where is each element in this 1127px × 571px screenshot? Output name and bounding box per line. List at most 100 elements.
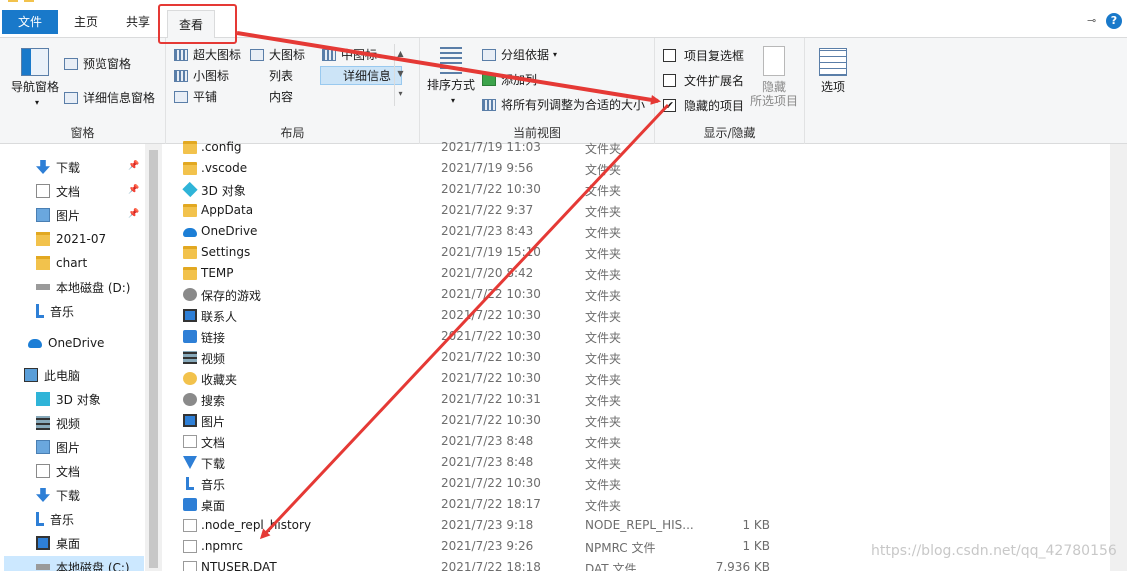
nav-item[interactable]: 本地磁盘 (C:) [4, 556, 144, 571]
extra-large-icons-icon [174, 49, 188, 61]
file-row[interactable]: 音乐 2021/7/22 10:30 文件夹 [162, 473, 1110, 494]
layout-list[interactable]: 列表 [250, 66, 426, 226]
file-row[interactable]: AppData 2021/7/22 9:37 文件夹 [162, 200, 1110, 221]
nav-item[interactable]: 此电脑 [24, 364, 80, 386]
file-date: 2021/7/19 9:56 [441, 161, 534, 175]
help-icon[interactable]: ? [1106, 13, 1122, 29]
nav-item[interactable]: 本地磁盘 (D:) [36, 276, 130, 298]
file-type: 文件夹 [585, 184, 622, 198]
nav-item[interactable]: 音乐 [36, 300, 74, 322]
layout-gallery-scroll[interactable]: ▲ ▼ ▾ [394, 44, 406, 106]
note-icon [186, 477, 194, 490]
file-row[interactable]: 保存的游戏 2021/7/22 10:30 文件夹 [162, 284, 1110, 305]
item-checkboxes-label: 项目复选框 [684, 48, 745, 63]
file-row[interactable]: 桌面 2021/7/22 18:17 文件夹 [162, 494, 1110, 515]
nav-item[interactable]: 下载 [36, 156, 80, 178]
sort-by-button[interactable]: 排序方式▾ [424, 46, 478, 108]
file-row[interactable]: .config 2021/7/19 11:03 文件夹 [162, 137, 1110, 158]
layout-content[interactable]: 内容 [250, 87, 426, 247]
nav-item[interactable]: 图片 [36, 436, 80, 458]
nav-item[interactable]: 图片 [36, 204, 80, 226]
details-pane-icon [64, 92, 78, 104]
file-row[interactable]: 图片 2021/7/22 10:30 文件夹 [162, 410, 1110, 431]
tab-file[interactable]: 文件 [2, 10, 58, 34]
file-type: 文件夹 [585, 352, 622, 366]
ribbon-group-current-view: 排序方式▾ 分组依据 ▾ 添加列 将所有列调整为合适的大小 当前视图 [420, 38, 655, 144]
nav-item[interactable]: 音乐 [36, 508, 74, 530]
file-row[interactable]: 收藏夹 2021/7/22 10:30 文件夹 [162, 368, 1110, 389]
layout-details[interactable]: 详细信息 [324, 66, 500, 226]
small-icons-icon [174, 70, 188, 82]
hidden-items-label: 隐藏的项目 [684, 98, 745, 113]
file-type: 文件夹 [585, 394, 622, 408]
fit-columns-button[interactable]: 将所有列调整为合适的大小 [482, 95, 645, 115]
nav-scrollbar[interactable] [145, 144, 162, 571]
tab-share[interactable]: 共享 [114, 8, 162, 36]
nav-item-label: 图片 [56, 440, 81, 455]
nav-item[interactable]: 3D 对象 [36, 388, 101, 410]
hide-selected-button[interactable]: 隐藏 所选项目 [747, 46, 801, 108]
file-row[interactable]: .npmrc 2021/7/23 9:26 NPMRC 文件 1 KB [162, 536, 1110, 557]
nav-item[interactable]: 2021-07 [36, 228, 106, 250]
layout-extra-large-icons[interactable]: 超大图标 [174, 45, 241, 65]
folder-icon [183, 162, 197, 175]
item-checkboxes-checkbox[interactable]: 项目复选框 [663, 45, 744, 65]
file-type: 文件夹 [585, 310, 622, 324]
file-date: 2021/7/22 10:30 [441, 182, 541, 196]
file-row[interactable]: 搜索 2021/7/22 10:31 文件夹 [162, 389, 1110, 410]
file-row[interactable]: 文档 2021/7/23 8:48 文件夹 [162, 431, 1110, 452]
nav-item[interactable]: chart [36, 252, 87, 274]
pin-icon[interactable]: 📌 [128, 161, 139, 171]
file-name: 链接 [201, 331, 226, 345]
nav-item[interactable]: OneDrive [28, 332, 104, 354]
ribbon-tab-bar: 文件 主页 共享 查看 ⊸ ? [0, 0, 1127, 40]
pin-icon[interactable]: 📌 [128, 209, 139, 219]
file-row[interactable]: .vscode 2021/7/19 9:56 文件夹 [162, 158, 1110, 179]
file-row[interactable]: NTUSER.DAT 2021/7/22 18:18 DAT 文件 7,936 KB [162, 557, 1110, 571]
group-by-button[interactable]: 分组依据 ▾ [482, 45, 557, 65]
layout-item-label: 超大图标 [193, 48, 242, 62]
nav-item[interactable]: 桌面 [36, 532, 80, 554]
file-name: Settings [201, 245, 251, 259]
tab-home[interactable]: 主页 [60, 8, 112, 36]
file-row[interactable]: 下载 2021/7/23 8:48 文件夹 [162, 452, 1110, 473]
layout-large-icons[interactable]: 大图标 [250, 45, 305, 65]
file-type: 文件夹 [585, 247, 622, 261]
pin-icon[interactable]: 📌 [128, 185, 139, 195]
file-name: 图片 [201, 415, 226, 429]
nav-item-label: 音乐 [50, 512, 75, 527]
details-pane-button[interactable]: 详细信息窗格 [64, 88, 155, 108]
nav-pane-button[interactable]: 导航窗格▾ [8, 48, 62, 110]
nav-scrollbar-thumb[interactable] [149, 150, 158, 568]
layout-small-icons[interactable]: 小图标 [174, 66, 229, 86]
file-name: 视频 [201, 352, 226, 366]
drive-icon [36, 564, 50, 570]
nav-item[interactable]: 下载 [36, 484, 80, 506]
layout-medium-icons[interactable]: 中图标 [322, 45, 377, 65]
file-row[interactable]: 联系人 2021/7/22 10:30 文件夹 [162, 305, 1110, 326]
layout-tiles[interactable]: 平铺 [174, 87, 217, 107]
folder-icon [183, 246, 197, 259]
options-button[interactable]: 选项 [817, 48, 849, 94]
file-row[interactable]: 3D 对象 2021/7/22 10:30 文件夹 [162, 179, 1110, 200]
add-columns-button[interactable]: 添加列 [482, 70, 537, 90]
file-list-scrollbar[interactable] [1110, 144, 1127, 571]
hidden-items-checkbox[interactable]: ✔ 隐藏的项目 [663, 95, 744, 115]
nav-item[interactable]: 文档 [36, 460, 80, 482]
nav-item[interactable]: 文档 [36, 180, 80, 202]
file-date: 2021/7/22 10:30 [441, 329, 541, 343]
file-name: .config [201, 140, 242, 154]
file-row[interactable]: OneDrive 2021/7/23 8:43 文件夹 [162, 221, 1110, 242]
file-name: .vscode [201, 161, 248, 175]
file-row[interactable]: Settings 2021/7/19 15:10 文件夹 [162, 242, 1110, 263]
file-row[interactable]: 视频 2021/7/22 10:30 文件夹 [162, 347, 1110, 368]
tab-view[interactable]: 查看 [167, 10, 215, 40]
file-row[interactable]: .node_repl_history 2021/7/23 9:18 NODE_REP… [162, 515, 1110, 536]
file-row[interactable]: 链接 2021/7/22 10:30 文件夹 [162, 326, 1110, 347]
pin-ribbon-icon[interactable]: ⊸ [1087, 14, 1101, 27]
preview-pane-button[interactable]: 预览窗格 [64, 54, 131, 74]
file-row[interactable]: TEMP 2021/7/20 8:42 文件夹 [162, 263, 1110, 284]
nav-item[interactable]: 视频 [36, 412, 80, 434]
file-extensions-checkbox[interactable]: 文件扩展名 [663, 70, 744, 90]
layout-item-label: 大图标 [269, 48, 306, 62]
